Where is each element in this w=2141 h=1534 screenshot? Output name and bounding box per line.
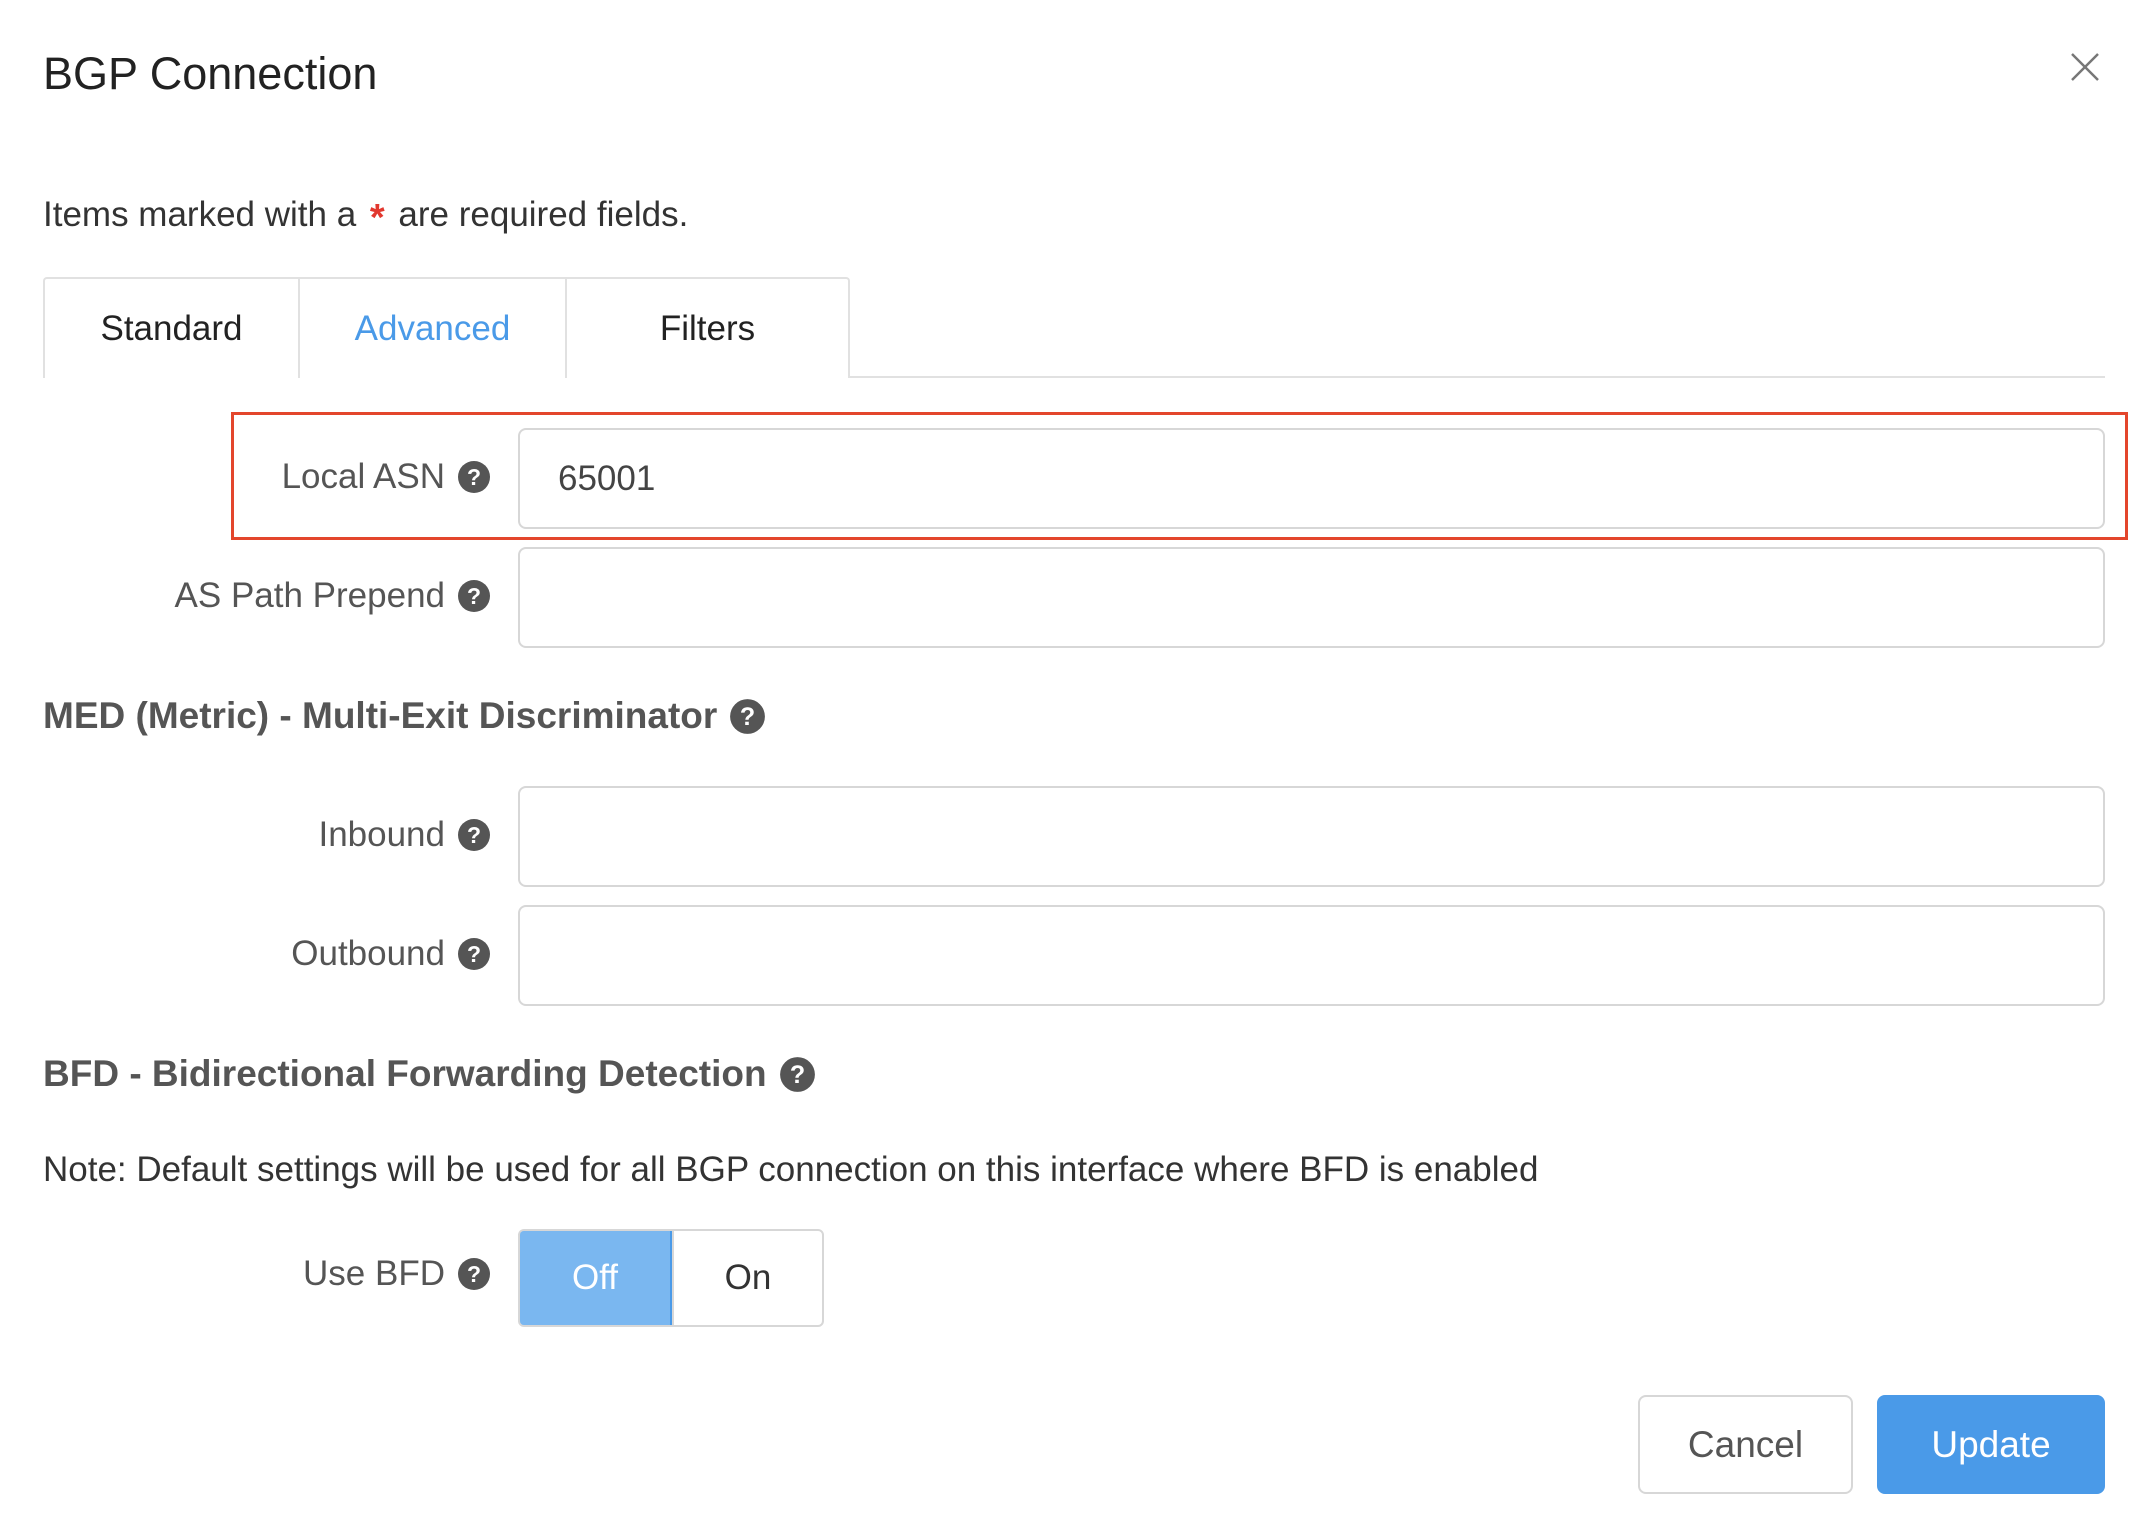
help-icon[interactable]: ? — [457, 818, 491, 852]
med-section-title: MED (Metric) - Multi-Exit Discriminator — [43, 695, 718, 736]
tab-bar: Standard Advanced Filters — [43, 277, 2105, 378]
outbound-label: Outbound ? — [291, 934, 491, 974]
help-icon[interactable]: ? — [457, 460, 491, 494]
required-fields-note: Items marked with a * are required field… — [43, 193, 689, 239]
help-icon[interactable]: ? — [457, 937, 491, 971]
local-asn-label-text: Local ASN — [281, 457, 445, 496]
update-button[interactable]: Update — [1877, 1395, 2105, 1494]
svg-text:?: ? — [740, 703, 755, 731]
svg-text:?: ? — [467, 822, 481, 848]
help-icon[interactable]: ? — [457, 1257, 491, 1291]
as-path-prepend-label-text: AS Path Prepend — [174, 576, 445, 615]
bfd-section-title: BFD - Bidirectional Forwarding Detection — [43, 1053, 767, 1094]
svg-text:?: ? — [467, 464, 481, 490]
use-bfd-on-option[interactable]: On — [672, 1231, 822, 1325]
med-section-heading: MED (Metric) - Multi-Exit Discriminator … — [43, 695, 766, 737]
required-note-prefix: Items marked with a — [43, 195, 357, 234]
use-bfd-off-option[interactable]: Off — [520, 1231, 672, 1325]
required-star: * — [369, 197, 385, 239]
as-path-prepend-input[interactable] — [518, 547, 2105, 648]
outbound-label-text: Outbound — [291, 934, 445, 973]
use-bfd-label-text: Use BFD — [303, 1254, 445, 1293]
close-icon[interactable] — [2068, 50, 2102, 84]
local-asn-input[interactable]: 65001 — [518, 428, 2105, 529]
inbound-label-text: Inbound — [318, 815, 445, 854]
bfd-section-heading: BFD - Bidirectional Forwarding Detection… — [43, 1053, 816, 1095]
local-asn-label: Local ASN ? — [282, 457, 491, 497]
tab-advanced[interactable]: Advanced — [298, 277, 567, 378]
bfd-note: Note: Default settings will be used for … — [43, 1150, 1539, 1189]
as-path-prepend-label: AS Path Prepend ? — [175, 576, 491, 616]
svg-text:?: ? — [467, 941, 481, 967]
use-bfd-toggle: Off On — [518, 1229, 824, 1327]
svg-text:?: ? — [467, 583, 481, 609]
help-icon[interactable]: ? — [729, 698, 766, 735]
dialog-title: BGP Connection — [43, 48, 378, 99]
inbound-input[interactable] — [518, 786, 2105, 887]
cancel-button[interactable]: Cancel — [1638, 1395, 1853, 1494]
outbound-input[interactable] — [518, 905, 2105, 1006]
svg-text:?: ? — [789, 1061, 804, 1089]
required-note-suffix: are required fields. — [398, 195, 689, 234]
tab-standard[interactable]: Standard — [43, 277, 300, 378]
tab-filters[interactable]: Filters — [565, 277, 850, 378]
help-icon[interactable]: ? — [457, 579, 491, 613]
inbound-label: Inbound ? — [318, 815, 491, 855]
svg-text:?: ? — [467, 1261, 481, 1287]
use-bfd-label: Use BFD ? — [303, 1254, 491, 1294]
help-icon[interactable]: ? — [779, 1056, 816, 1093]
